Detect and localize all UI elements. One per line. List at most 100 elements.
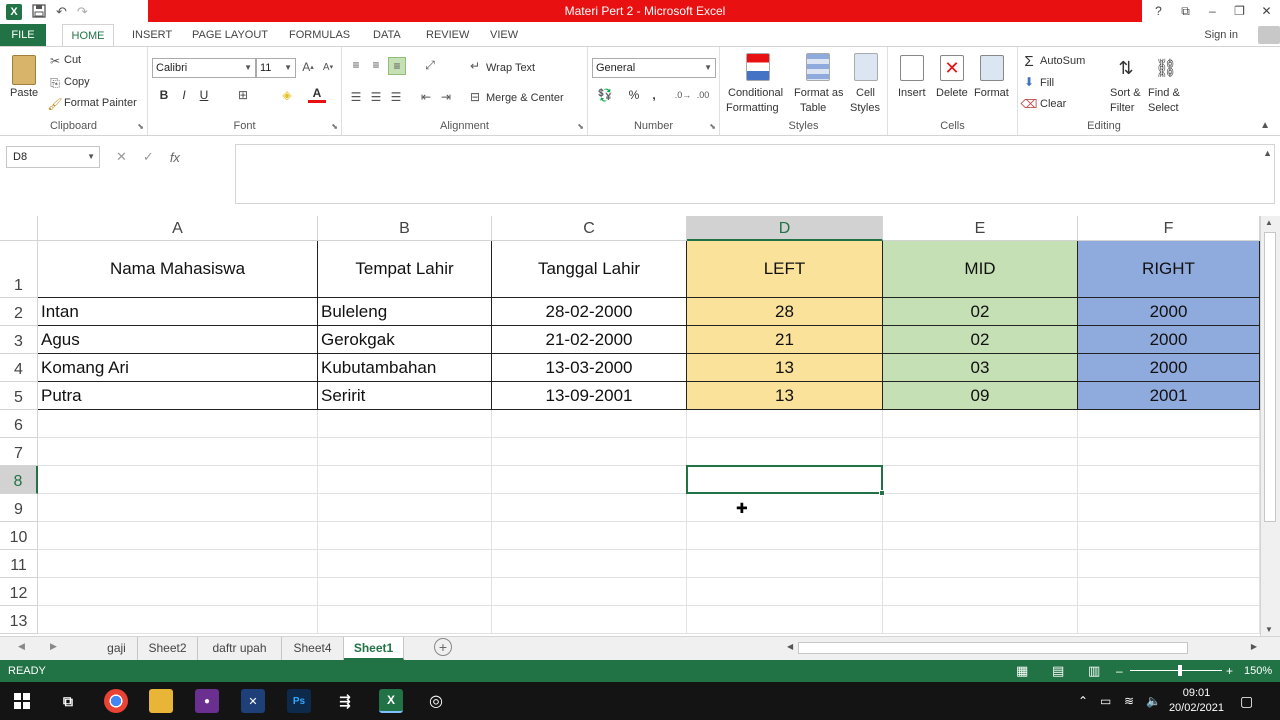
cell-e7[interactable]: [883, 438, 1078, 466]
windows-start-icon[interactable]: [10, 689, 34, 713]
vertical-scrollbar[interactable]: ▲ ▼: [1260, 216, 1280, 636]
tray-chevron-icon[interactable]: ⌃: [1078, 682, 1088, 720]
horizontal-scroll-thumb[interactable]: [798, 642, 1188, 654]
number-format-combo[interactable]: General ▼: [592, 58, 716, 78]
format-painter-button[interactable]: Format Painter: [64, 97, 137, 109]
font-name-combo[interactable]: Calibri ▼: [152, 58, 256, 78]
cell-styles-label-1[interactable]: Cell: [856, 87, 875, 99]
bold-button[interactable]: B: [156, 87, 172, 103]
cell-b7[interactable]: [318, 438, 492, 466]
cell-f11[interactable]: [1078, 550, 1260, 578]
fill-button[interactable]: Fill: [1040, 77, 1054, 89]
cell-a1[interactable]: Nama Mahasiswa: [38, 241, 318, 298]
editor-app-icon[interactable]: ✕: [241, 689, 265, 713]
cell-d3[interactable]: 21: [687, 326, 883, 354]
cell-f10[interactable]: [1078, 522, 1260, 550]
row-header-5[interactable]: 5: [0, 382, 38, 410]
decrease-indent-icon[interactable]: ⇤: [418, 89, 434, 105]
row-header-13[interactable]: 13: [0, 606, 38, 634]
cell-d2[interactable]: 28: [687, 298, 883, 326]
worksheet-grid[interactable]: A B C D E F 1 2 3 4 5 6 7 8 9 10 11 12 13 Nama Mahasiswa Tem…: [0, 216, 1260, 636]
align-middle-icon[interactable]: ≡: [368, 57, 384, 73]
name-box[interactable]: D8 ▼: [6, 146, 100, 168]
insert-function-icon[interactable]: fx: [170, 150, 180, 165]
copy-button[interactable]: Copy: [64, 76, 90, 88]
borders-icon[interactable]: ⊞: [234, 87, 252, 103]
cell-b2[interactable]: Buleleng: [318, 298, 492, 326]
column-header-a[interactable]: A: [38, 216, 318, 241]
orientation-icon[interactable]: ⤢: [420, 57, 440, 73]
cell-e9[interactable]: [883, 494, 1078, 522]
sheet-tab-sheet2[interactable]: Sheet2: [138, 637, 198, 660]
zoom-slider-thumb[interactable]: [1178, 665, 1182, 676]
increase-indent-icon[interactable]: ⇥: [438, 89, 454, 105]
zoom-slider[interactable]: [1130, 670, 1222, 671]
cell-d5[interactable]: 13: [687, 382, 883, 410]
row-header-10[interactable]: 10: [0, 522, 38, 550]
cell-f6[interactable]: [1078, 410, 1260, 438]
page-layout-view-icon[interactable]: ▤: [1052, 660, 1064, 682]
comma-button[interactable]: ,: [648, 87, 660, 103]
formula-input[interactable]: [235, 144, 1275, 204]
tab-insert[interactable]: INSERT: [132, 24, 172, 46]
cell-c3[interactable]: 21-02-2000: [492, 326, 687, 354]
sort-filter-icon[interactable]: ⇅: [1114, 55, 1138, 81]
cell-d11[interactable]: [687, 550, 883, 578]
cell-e5[interactable]: 09: [883, 382, 1078, 410]
row-header-3[interactable]: 3: [0, 326, 38, 354]
wrap-text-button[interactable]: Wrap Text: [486, 62, 535, 74]
conditional-formatting-label-2[interactable]: Formatting: [726, 102, 779, 114]
tab-home[interactable]: HOME: [62, 24, 114, 46]
cell-a7[interactable]: [38, 438, 318, 466]
number-launcher-icon[interactable]: ⬊: [709, 122, 716, 131]
photoshop-icon[interactable]: Ps: [287, 689, 311, 713]
cell-f12[interactable]: [1078, 578, 1260, 606]
ribbon-display-icon[interactable]: ⧉: [1172, 0, 1199, 22]
cell-a9[interactable]: [38, 494, 318, 522]
cell-f9[interactable]: [1078, 494, 1260, 522]
font-color-icon[interactable]: A: [308, 85, 326, 103]
increase-decimal-icon[interactable]: .0→: [674, 87, 692, 103]
cell-c9[interactable]: [492, 494, 687, 522]
cell-b4[interactable]: Kubutambahan: [318, 354, 492, 382]
cell-b11[interactable]: [318, 550, 492, 578]
insert-cells-icon[interactable]: [900, 55, 924, 81]
format-cells-icon[interactable]: [980, 55, 1004, 81]
cell-d1[interactable]: LEFT: [687, 241, 883, 298]
paste-icon[interactable]: [12, 55, 36, 85]
avatar[interactable]: [1258, 26, 1280, 44]
zoom-level[interactable]: 150%: [1244, 660, 1272, 682]
column-header-f[interactable]: F: [1078, 216, 1260, 241]
cell-b1[interactable]: Tempat Lahir: [318, 241, 492, 298]
cancel-icon[interactable]: ✕: [116, 149, 127, 165]
cell-f8[interactable]: [1078, 466, 1260, 494]
cell-c11[interactable]: [492, 550, 687, 578]
task-view-icon[interactable]: ⧉: [56, 689, 80, 713]
obs-icon[interactable]: ◎: [424, 689, 448, 713]
zoom-out-button[interactable]: –: [1116, 660, 1123, 682]
align-left-icon[interactable]: ☰: [348, 89, 364, 105]
delete-cells-button[interactable]: Delete: [936, 87, 968, 99]
zoom-in-button[interactable]: +: [1226, 660, 1233, 682]
cell-b10[interactable]: [318, 522, 492, 550]
cell-e10[interactable]: [883, 522, 1078, 550]
format-as-table-label-2[interactable]: Table: [800, 102, 826, 114]
collapse-ribbon-icon[interactable]: ▲: [1260, 120, 1270, 131]
format-as-table-icon[interactable]: [806, 53, 830, 81]
cell-c7[interactable]: [492, 438, 687, 466]
vertical-scroll-thumb[interactable]: [1264, 232, 1276, 522]
cell-d9[interactable]: [687, 494, 883, 522]
cell-a6[interactable]: [38, 410, 318, 438]
percent-button[interactable]: %: [626, 87, 642, 103]
cell-c13[interactable]: [492, 606, 687, 634]
clock[interactable]: 09:01 20/02/2021: [1169, 686, 1224, 716]
cell-c6[interactable]: [492, 410, 687, 438]
cell-c2[interactable]: 28-02-2000: [492, 298, 687, 326]
page-break-view-icon[interactable]: ▥: [1088, 660, 1100, 682]
cell-e12[interactable]: [883, 578, 1078, 606]
cell-a2[interactable]: Intan: [38, 298, 318, 326]
sort-filter-label-1[interactable]: Sort &: [1110, 87, 1141, 99]
row-header-7[interactable]: 7: [0, 438, 38, 466]
file-explorer-icon[interactable]: [149, 689, 173, 713]
scroll-down-icon[interactable]: ▼: [1265, 625, 1273, 634]
